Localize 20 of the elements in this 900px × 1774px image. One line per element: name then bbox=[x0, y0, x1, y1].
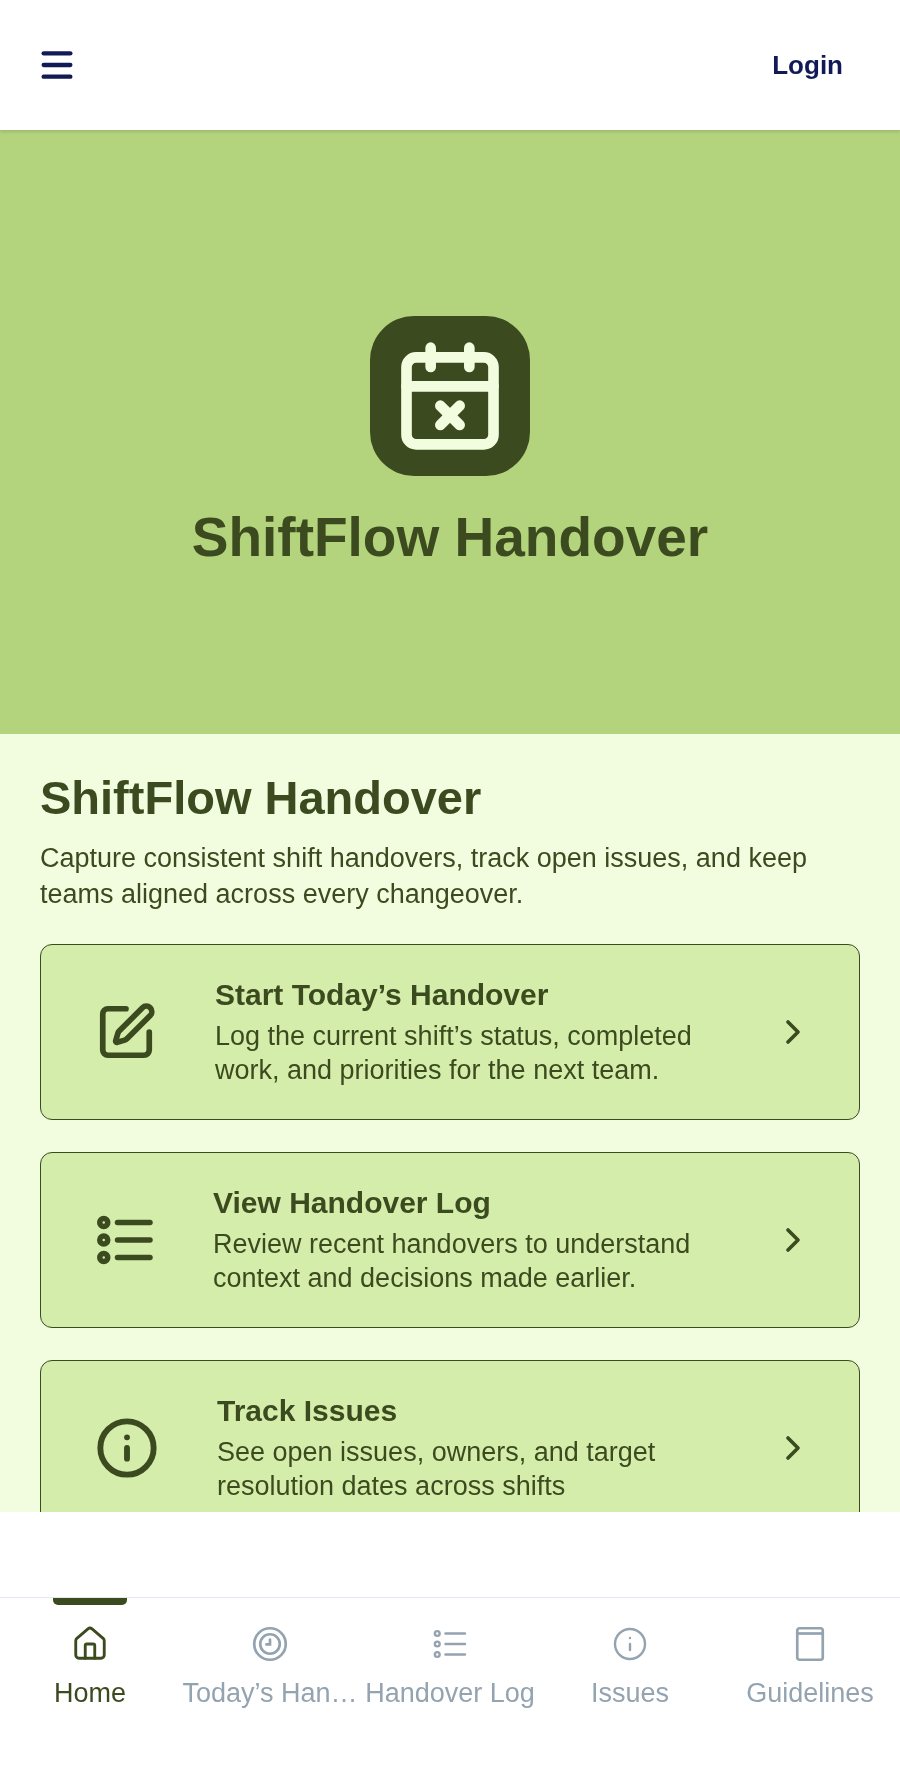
card-description: Review recent handovers to understand context and decisions made earlier. bbox=[213, 1228, 692, 1295]
hero-title: ShiftFlow Handover bbox=[191, 506, 709, 568]
action-card[interactable]: Track Issues See open issues, owners, and target resolution dates across shifts bbox=[40, 1360, 860, 1512]
card-title: Track Issues bbox=[217, 1393, 399, 1429]
clock-icon bbox=[252, 1626, 288, 1662]
card-description: Log the current shift’s status, completed work, and priorities for the next team. bbox=[215, 1020, 693, 1087]
card-title: View Handover Log bbox=[213, 1185, 492, 1221]
card-description: See open issues, owners, and target resolution dates across shifts bbox=[217, 1436, 657, 1503]
nav-tab[interactable]: Home bbox=[0, 1598, 180, 1774]
card-title: Start Today’s Handover bbox=[215, 977, 550, 1013]
action-card[interactable]: Start Today’s Handover Log the current shift’s status, completed work, and priorities for the next team. bbox=[40, 944, 860, 1120]
login-link[interactable]: Login bbox=[772, 45, 843, 85]
intro-description: Capture consistent shift handovers, track open issues, and keep teams aligned across every changeover. bbox=[40, 842, 808, 911]
info-icon bbox=[95, 1416, 159, 1480]
info-icon bbox=[612, 1626, 648, 1662]
home-icon bbox=[71, 1625, 109, 1663]
calendar-x-icon bbox=[370, 316, 530, 476]
action-card[interactable]: View Handover Log Review recent handovers to understand context and decisions made earlier. bbox=[40, 1152, 860, 1328]
intro-heading: ShiftFlow Handover bbox=[40, 772, 483, 824]
book-icon bbox=[795, 1626, 825, 1662]
